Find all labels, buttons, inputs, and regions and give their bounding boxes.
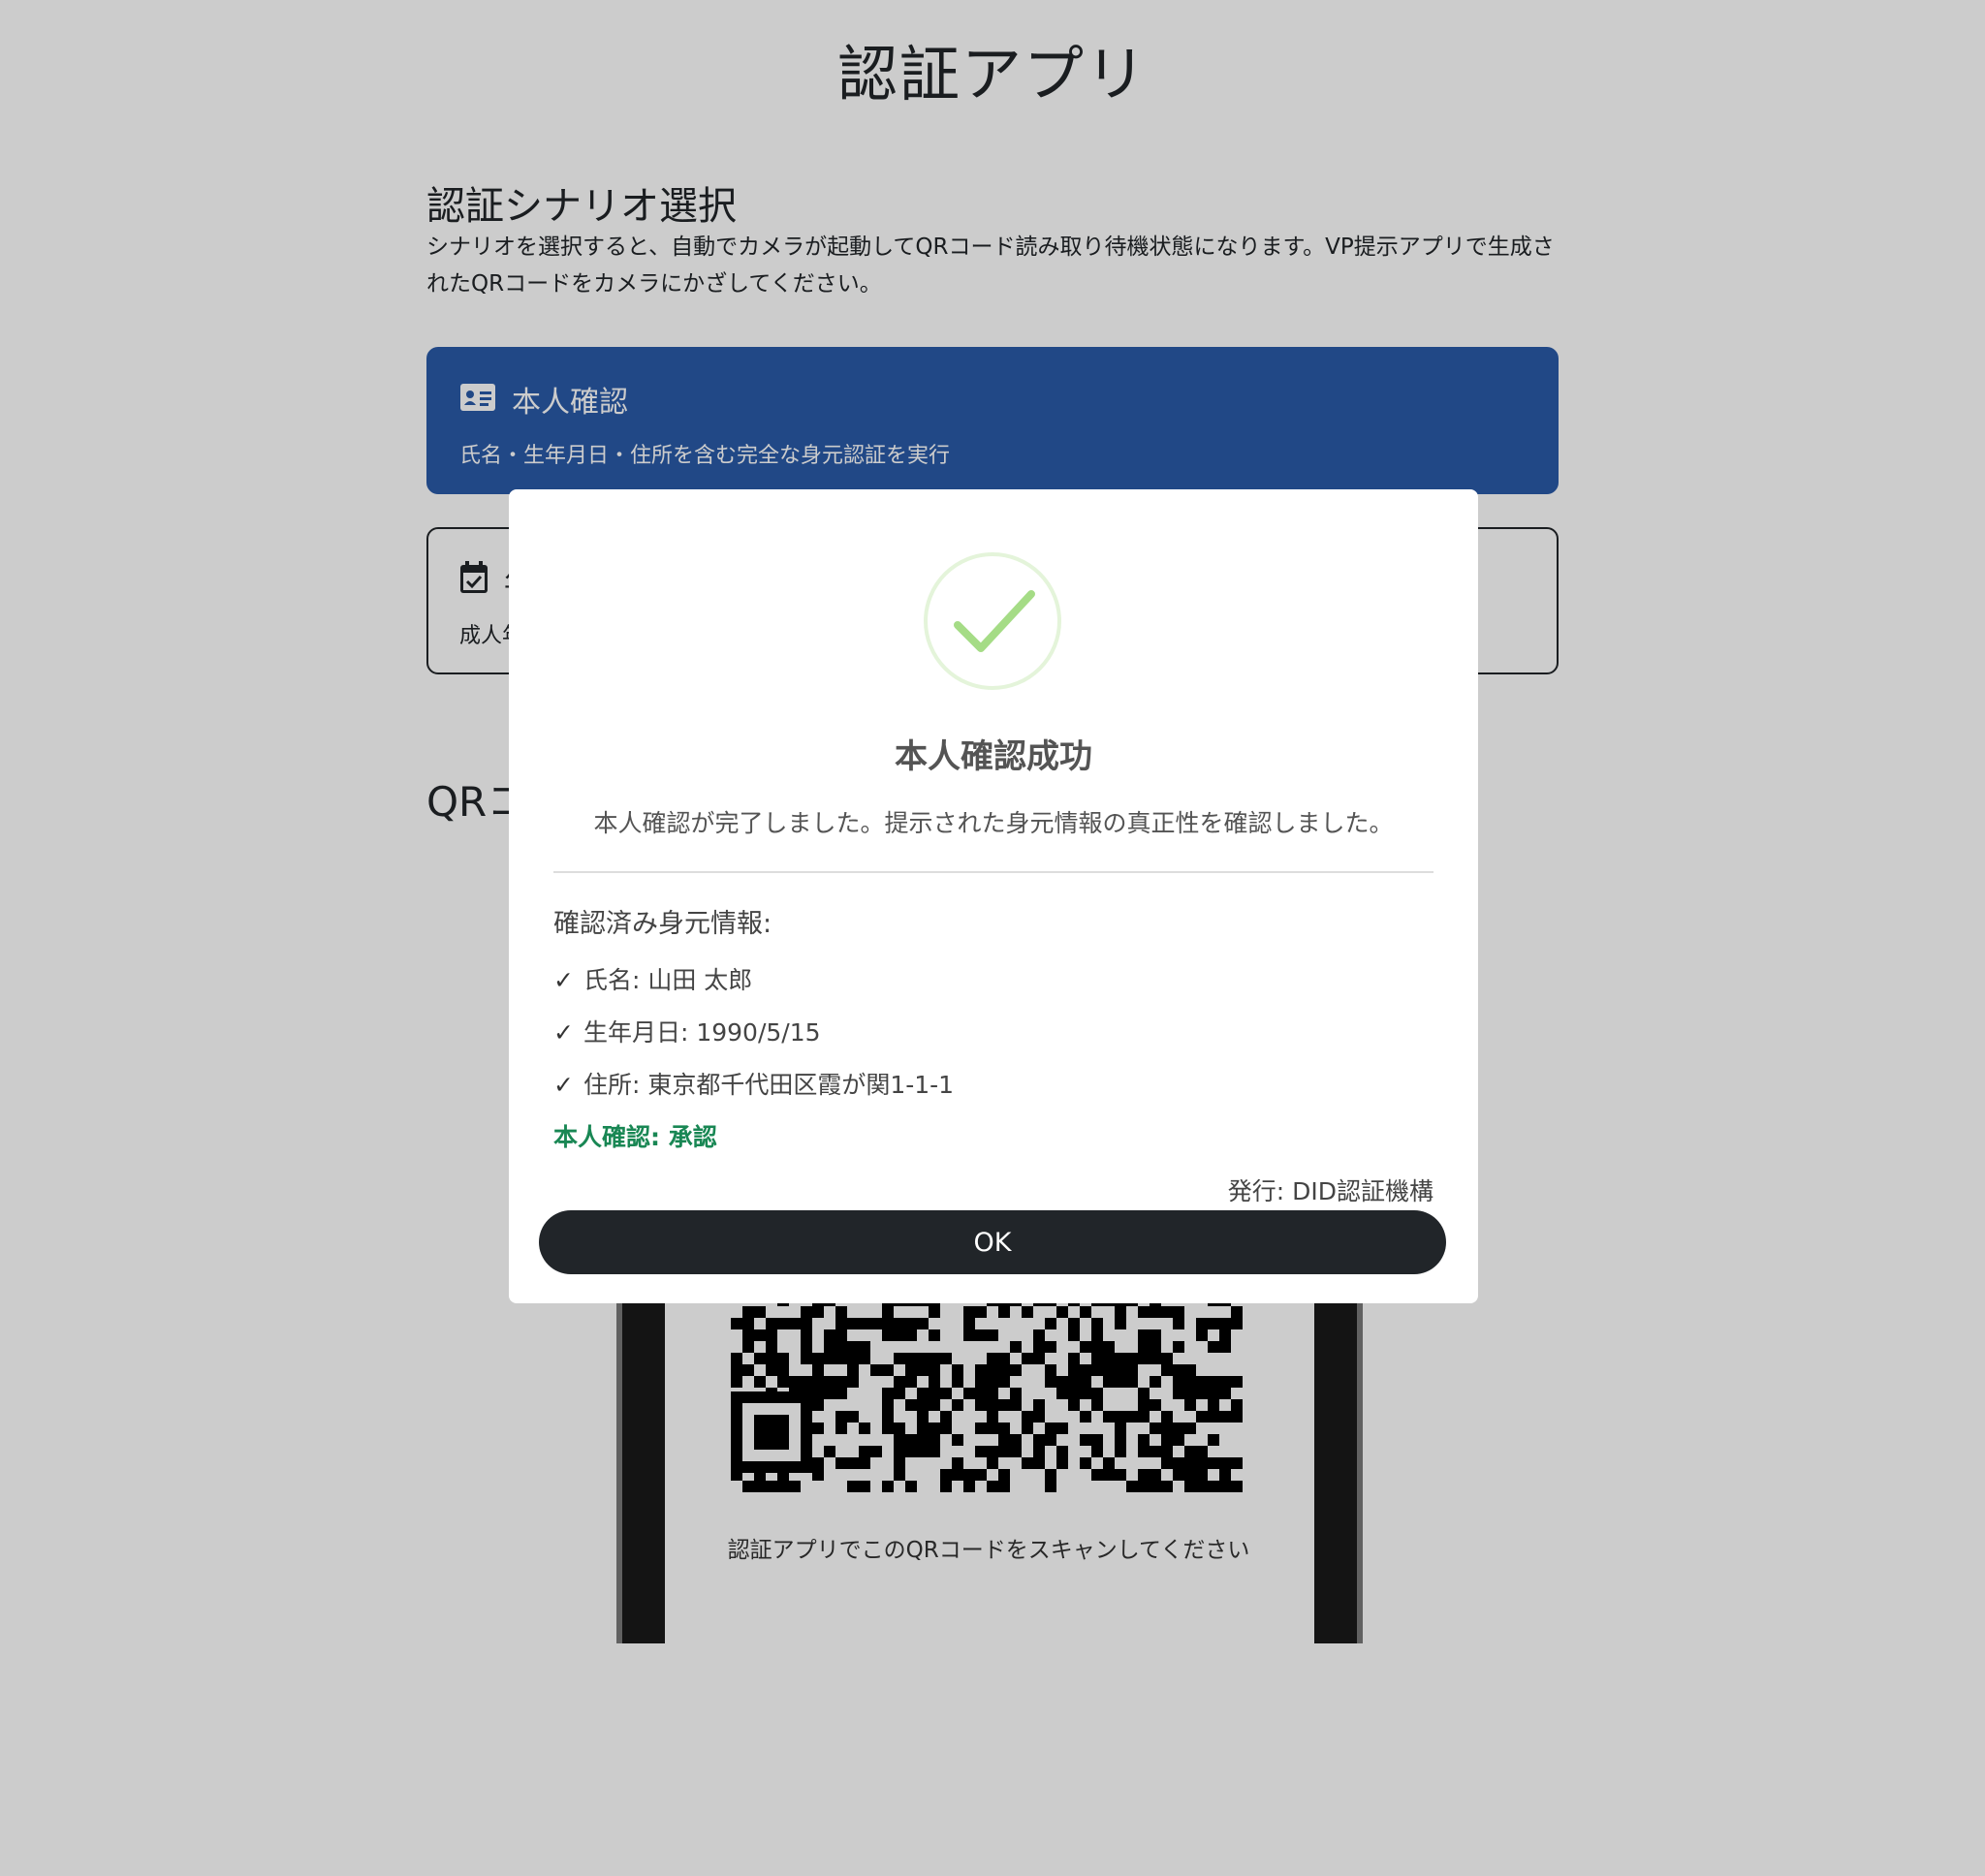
info-row-label: 生年月日: 1990/5/15 bbox=[583, 1018, 821, 1047]
info-row-label: 氏名: 山田 太郎 bbox=[583, 966, 753, 994]
check-icon: ✓ bbox=[553, 1071, 574, 1099]
modal-title: 本人確認成功 bbox=[895, 737, 1092, 776]
modal-message: 本人確認が完了しました。提示された身元情報の真正性を確認しました。 bbox=[593, 809, 1394, 837]
issuer-label: 発行: DID認証機構 bbox=[1227, 1177, 1434, 1205]
info-row-label: 住所: 東京都千代田区霞が関1-1-1 bbox=[583, 1071, 955, 1099]
verification-status: 本人確認: 承認 bbox=[553, 1123, 717, 1151]
info-row-address: ✓ 住所: 東京都千代田区霞が関1-1-1 bbox=[553, 1066, 1434, 1101]
modal-divider bbox=[553, 871, 1434, 873]
info-row-name: ✓ 氏名: 山田 太郎 bbox=[553, 961, 1434, 996]
success-check-icon bbox=[923, 551, 1062, 691]
info-row-birthdate: ✓ 生年月日: 1990/5/15 bbox=[553, 1014, 1434, 1048]
ok-button[interactable]: OK bbox=[539, 1210, 1446, 1274]
success-modal: 本人確認成功 本人確認が完了しました。提示された身元情報の真正性を確認しました。… bbox=[509, 489, 1478, 1303]
verified-info-heading: 確認済み身元情報: bbox=[553, 909, 772, 939]
check-icon: ✓ bbox=[553, 1018, 574, 1047]
verified-info: 確認済み身元情報: ✓ 氏名: 山田 太郎 ✓ 生年月日: 1990/5/15 … bbox=[553, 902, 1434, 1207]
check-icon: ✓ bbox=[553, 966, 574, 994]
